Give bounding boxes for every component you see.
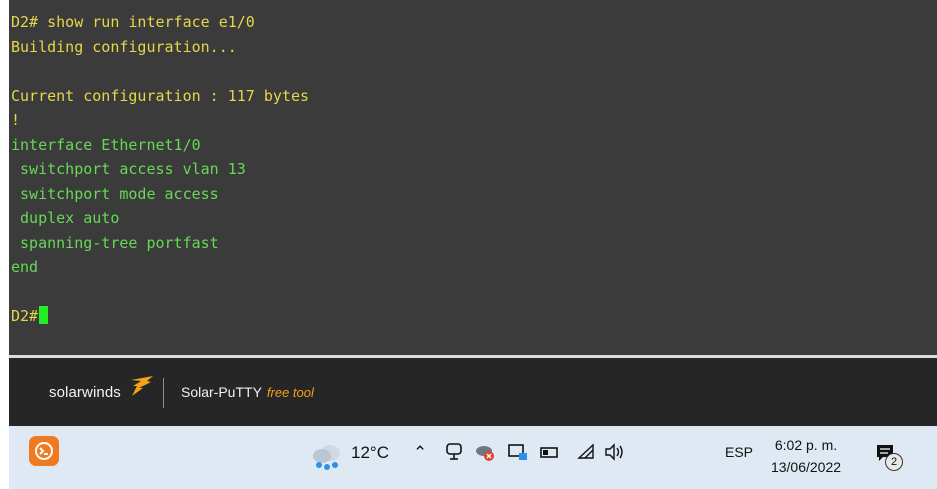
input-language-indicator[interactable]: ESP	[725, 444, 753, 460]
terminal-line: duplex auto	[11, 209, 120, 227]
window-left-edge	[0, 0, 9, 489]
terminal-line: spanning-tree portfast	[11, 233, 219, 252]
branding-bar: solarwinds Solar-PuTTY free tool	[9, 358, 937, 426]
solarwinds-flame-icon	[131, 376, 153, 396]
notification-count-badge: 2	[885, 453, 903, 471]
terminal-line: switchport mode access	[11, 184, 219, 203]
terminal-output: D2# show run interface e1/0 Building conf…	[11, 10, 309, 329]
terminal-line: D2# show run interface e1/0	[11, 13, 255, 31]
terminal-pane[interactable]: D2# show run interface e1/0 Building conf…	[9, 0, 937, 355]
clock-time: 6:02 p. m.	[774, 437, 838, 453]
terminal-line: interface Ethernet1/0	[11, 135, 201, 154]
solar-putty-app-icon[interactable]	[29, 436, 59, 466]
weather-temperature[interactable]: 12°C	[351, 443, 389, 463]
solarwinds-logo-text: solarwinds	[49, 384, 121, 401]
terminal-cursor	[39, 306, 49, 324]
terminal-line: !	[11, 111, 21, 129]
terminal-prompt-line: D2#	[11, 304, 309, 329]
cloud-sync-icon[interactable]	[474, 442, 496, 462]
brand-separator	[163, 378, 164, 408]
show-hidden-icons-chevron-icon[interactable]: ⌃	[413, 443, 427, 463]
terminal-prompt: D2#	[11, 307, 39, 325]
terminal-line: Building configuration...	[11, 37, 237, 56]
network-icon[interactable]	[507, 442, 529, 462]
volume-icon[interactable]	[603, 442, 627, 462]
battery-icon[interactable]	[539, 442, 561, 462]
terminal-app-glyph-icon	[35, 442, 53, 460]
terminal-line: end	[11, 258, 39, 276]
terminal-line: Current configuration : 117 bytes	[11, 86, 310, 105]
free-tool-label: free tool	[266, 385, 314, 400]
product-title: Solar-PuTTY	[181, 384, 262, 400]
notification-center-button[interactable]: 2	[875, 443, 903, 471]
wifi-icon[interactable]	[576, 442, 596, 462]
meet-now-icon[interactable]	[445, 442, 463, 462]
windows-taskbar: 12°C ⌃ ESP 6:02 p. m. 13/06/2022 2	[9, 426, 937, 489]
clock-date: 13/06/2022	[770, 459, 842, 475]
product-name: Solar-PuTTY free tool	[181, 384, 314, 400]
cloud-rain-icon[interactable]	[309, 440, 345, 474]
system-clock[interactable]: 6:02 p. m. 13/06/2022	[765, 434, 847, 478]
terminal-line: switchport access vlan 13	[11, 160, 246, 178]
